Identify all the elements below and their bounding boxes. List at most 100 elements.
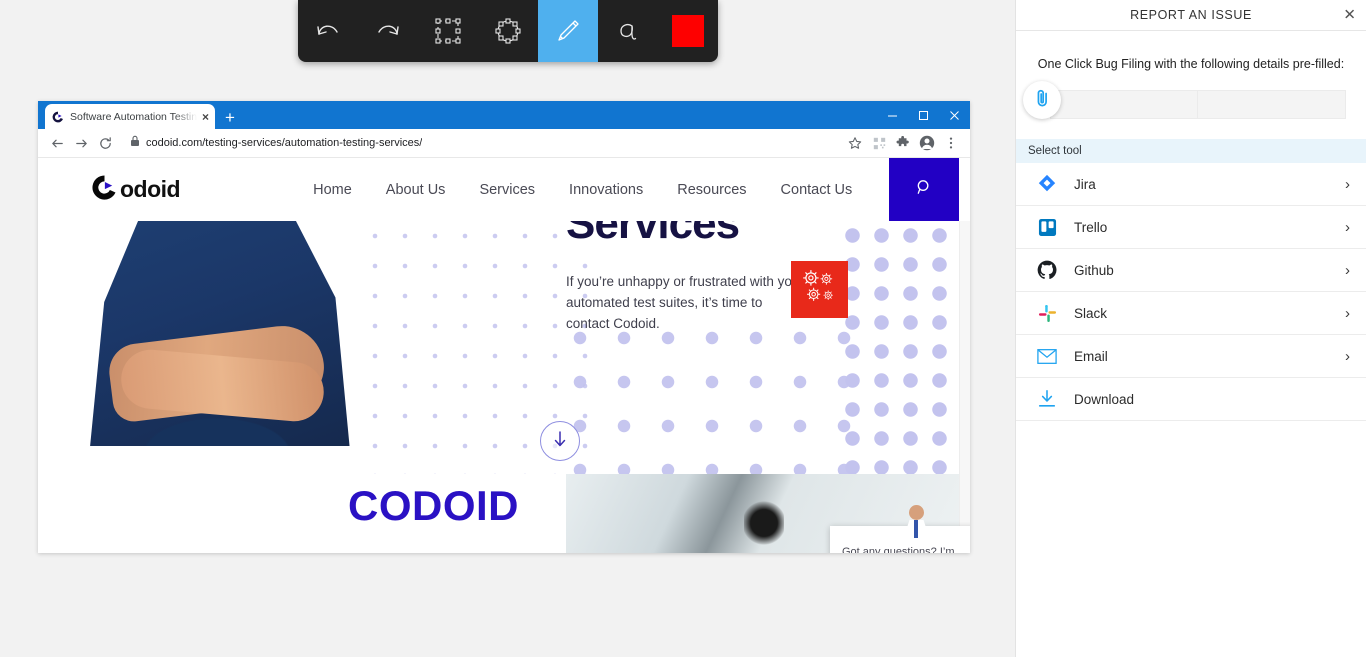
select-tool-header: Select tool <box>1016 139 1366 163</box>
nav-item-contact-us[interactable]: Contact Us <box>781 182 853 198</box>
trello-icon <box>1036 216 1058 238</box>
codoid-wordmark: CODOID <box>348 482 519 529</box>
gears-icon <box>800 267 840 312</box>
tool-label: Slack <box>1074 305 1108 321</box>
paperclip-icon <box>1032 88 1052 113</box>
panel-description: One Click Bug Filing with the following … <box>1037 57 1345 71</box>
dot-pattern-right <box>838 221 959 474</box>
nav-item-resources[interactable]: Resources <box>677 182 746 198</box>
arrow-down-icon <box>553 430 567 453</box>
site-search-button[interactable] <box>889 158 959 221</box>
tab-close-icon[interactable]: × <box>202 111 209 123</box>
profile-avatar-icon[interactable] <box>916 132 938 154</box>
pencil-icon <box>555 18 581 44</box>
browser-tab-title: Software Automation Testing | A <box>70 110 197 123</box>
codoid-logo-mark-icon <box>91 174 118 206</box>
slack-icon <box>1036 302 1058 324</box>
jira-icon <box>1036 173 1058 195</box>
back-icon[interactable] <box>46 132 68 154</box>
attachment-field[interactable] <box>1050 90 1346 119</box>
window-controls <box>877 101 970 129</box>
attachment-row <box>1016 81 1366 125</box>
tool-row-download[interactable]: Download <box>1016 378 1366 421</box>
annotation-toolbar <box>298 0 718 62</box>
ellipse-select-button[interactable] <box>478 0 538 62</box>
redo-button[interactable] <box>358 0 418 62</box>
panel-title: REPORT AN ISSUE <box>1130 8 1252 22</box>
chevron-right-icon: › <box>1345 218 1350 236</box>
browser-navbar: codoid.com/testing-services/automation-t… <box>38 129 970 158</box>
site-menu: Home About Us Services Innovations Resou… <box>313 182 852 198</box>
chat-greeting-text: Got any questions? I’m happy to help. <box>842 546 955 553</box>
dot-pattern-middle <box>558 316 858 474</box>
bookmark-star-icon[interactable] <box>844 132 866 154</box>
browser-window: Software Automation Testing | A × + <box>38 101 970 553</box>
chat-agent-avatar <box>900 505 932 543</box>
hero-person-image <box>90 221 350 446</box>
hero-heading: Services <box>566 221 740 248</box>
undo-button[interactable] <box>298 0 358 62</box>
hero-paragraph: If you’re unhappy or frustrated with you… <box>566 274 804 331</box>
panel-close-icon[interactable]: ✕ <box>1343 8 1356 23</box>
pencil-button[interactable] <box>538 0 598 62</box>
forward-icon[interactable] <box>70 132 92 154</box>
nav-item-innovations[interactable]: Innovations <box>569 182 643 198</box>
scroll-down-button[interactable] <box>540 421 580 461</box>
minimize-button[interactable] <box>877 101 908 129</box>
qr-icon[interactable] <box>868 132 890 154</box>
maximize-button[interactable] <box>908 101 939 129</box>
tool-row-email[interactable]: Email › <box>1016 335 1366 378</box>
undo-icon <box>315 20 341 42</box>
redo-icon <box>375 20 401 42</box>
browser-tab[interactable]: Software Automation Testing | A × <box>45 104 215 129</box>
chevron-right-icon: › <box>1345 304 1350 322</box>
tool-label: Github <box>1074 262 1114 278</box>
red-color-swatch-icon <box>672 15 704 47</box>
site-navigation: odoid Home About Us Services Innovations… <box>38 158 970 221</box>
tool-row-github[interactable]: Github › <box>1016 249 1366 292</box>
new-tab-button[interactable]: + <box>225 109 235 126</box>
tool-label: Email <box>1074 348 1108 364</box>
text-button[interactable] <box>598 0 658 62</box>
lock-icon <box>130 134 140 152</box>
chrome-menu-icon[interactable] <box>940 132 962 154</box>
nav-item-home[interactable]: Home <box>313 182 352 198</box>
codoid-favicon-icon <box>51 109 65 124</box>
attachment-field-divider <box>1197 91 1198 118</box>
gears-badge <box>791 261 848 318</box>
extensions-puzzle-icon[interactable] <box>892 132 914 154</box>
panel-header: REPORT AN ISSUE ✕ <box>1016 0 1366 31</box>
tool-label: Jira <box>1074 176 1096 192</box>
codoid-logo[interactable]: odoid <box>91 174 181 206</box>
report-an-issue-panel: REPORT AN ISSUE ✕ One Click Bug Filing w… <box>1015 0 1366 657</box>
tool-row-slack[interactable]: Slack › <box>1016 292 1366 335</box>
email-icon <box>1036 345 1058 367</box>
search-icon <box>915 178 934 202</box>
tool-row-trello[interactable]: Trello › <box>1016 206 1366 249</box>
hero-section: Services If you’re unhappy or frustrated… <box>38 221 970 474</box>
chevron-right-icon: › <box>1345 261 1350 279</box>
download-icon <box>1036 388 1058 410</box>
reload-icon[interactable] <box>94 132 116 154</box>
url-text: codoid.com/testing-services/automation-t… <box>146 137 423 149</box>
browser-titlebar: Software Automation Testing | A × + <box>38 101 970 129</box>
chevron-right-icon: › <box>1345 347 1350 365</box>
tool-row-jira[interactable]: Jira › <box>1016 163 1366 206</box>
tool-label: Download <box>1074 391 1135 407</box>
nav-item-about-us[interactable]: About Us <box>386 182 446 198</box>
address-bar[interactable]: codoid.com/testing-services/automation-t… <box>122 133 838 154</box>
github-icon <box>1036 259 1058 281</box>
rectangle-select-icon <box>435 18 461 44</box>
color-swatch-button[interactable] <box>658 0 718 62</box>
ellipse-select-icon <box>495 18 521 44</box>
close-window-button[interactable] <box>939 101 970 129</box>
nav-item-services[interactable]: Services <box>479 182 535 198</box>
chevron-right-icon: › <box>1345 175 1350 193</box>
tool-label: Trello <box>1074 219 1108 235</box>
rectangle-select-button[interactable] <box>418 0 478 62</box>
codoid-logo-text: odoid <box>120 176 181 202</box>
website-content: odoid Home About Us Services Innovations… <box>38 158 970 553</box>
attach-file-button[interactable] <box>1023 81 1061 119</box>
text-icon <box>615 18 641 44</box>
select-tool-label: Select tool <box>1028 145 1082 157</box>
